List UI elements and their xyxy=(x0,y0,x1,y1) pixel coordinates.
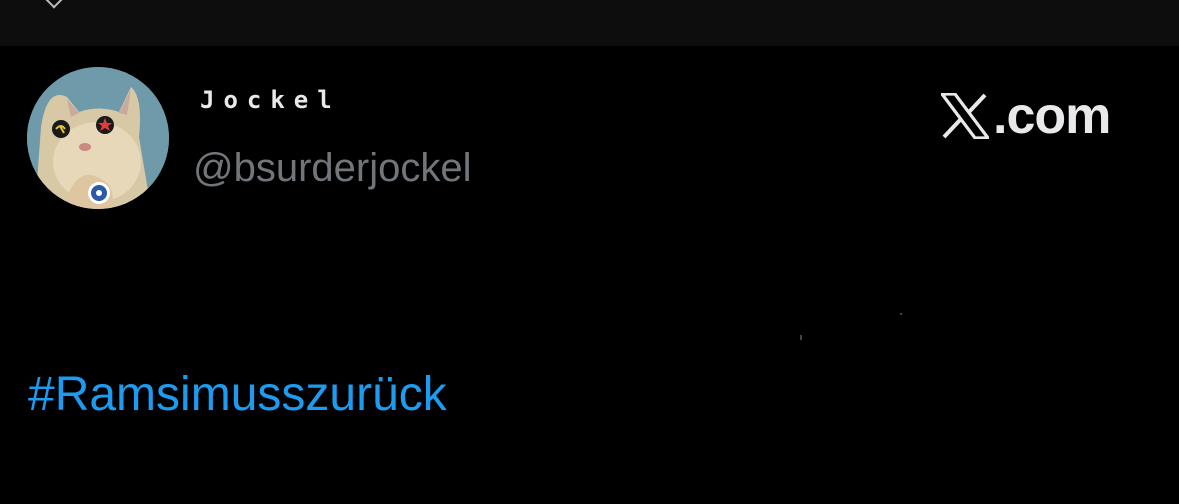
x-logo-icon xyxy=(941,93,989,139)
artifact-speck xyxy=(900,313,902,315)
display-name[interactable]: Jockel xyxy=(200,86,341,114)
user-handle[interactable]: @bsurderjockel xyxy=(193,146,472,191)
artifact-speck xyxy=(800,335,802,340)
cat-avatar-icon xyxy=(27,67,169,209)
hashtag-link[interactable]: #Ramsimusszurück xyxy=(28,367,447,422)
chevron-up-icon[interactable] xyxy=(45,0,63,9)
logo-domain-text: .com xyxy=(993,87,1111,145)
avatar[interactable] xyxy=(27,67,169,209)
x-com-logo: .com xyxy=(941,86,1111,146)
top-bar xyxy=(0,0,1179,46)
